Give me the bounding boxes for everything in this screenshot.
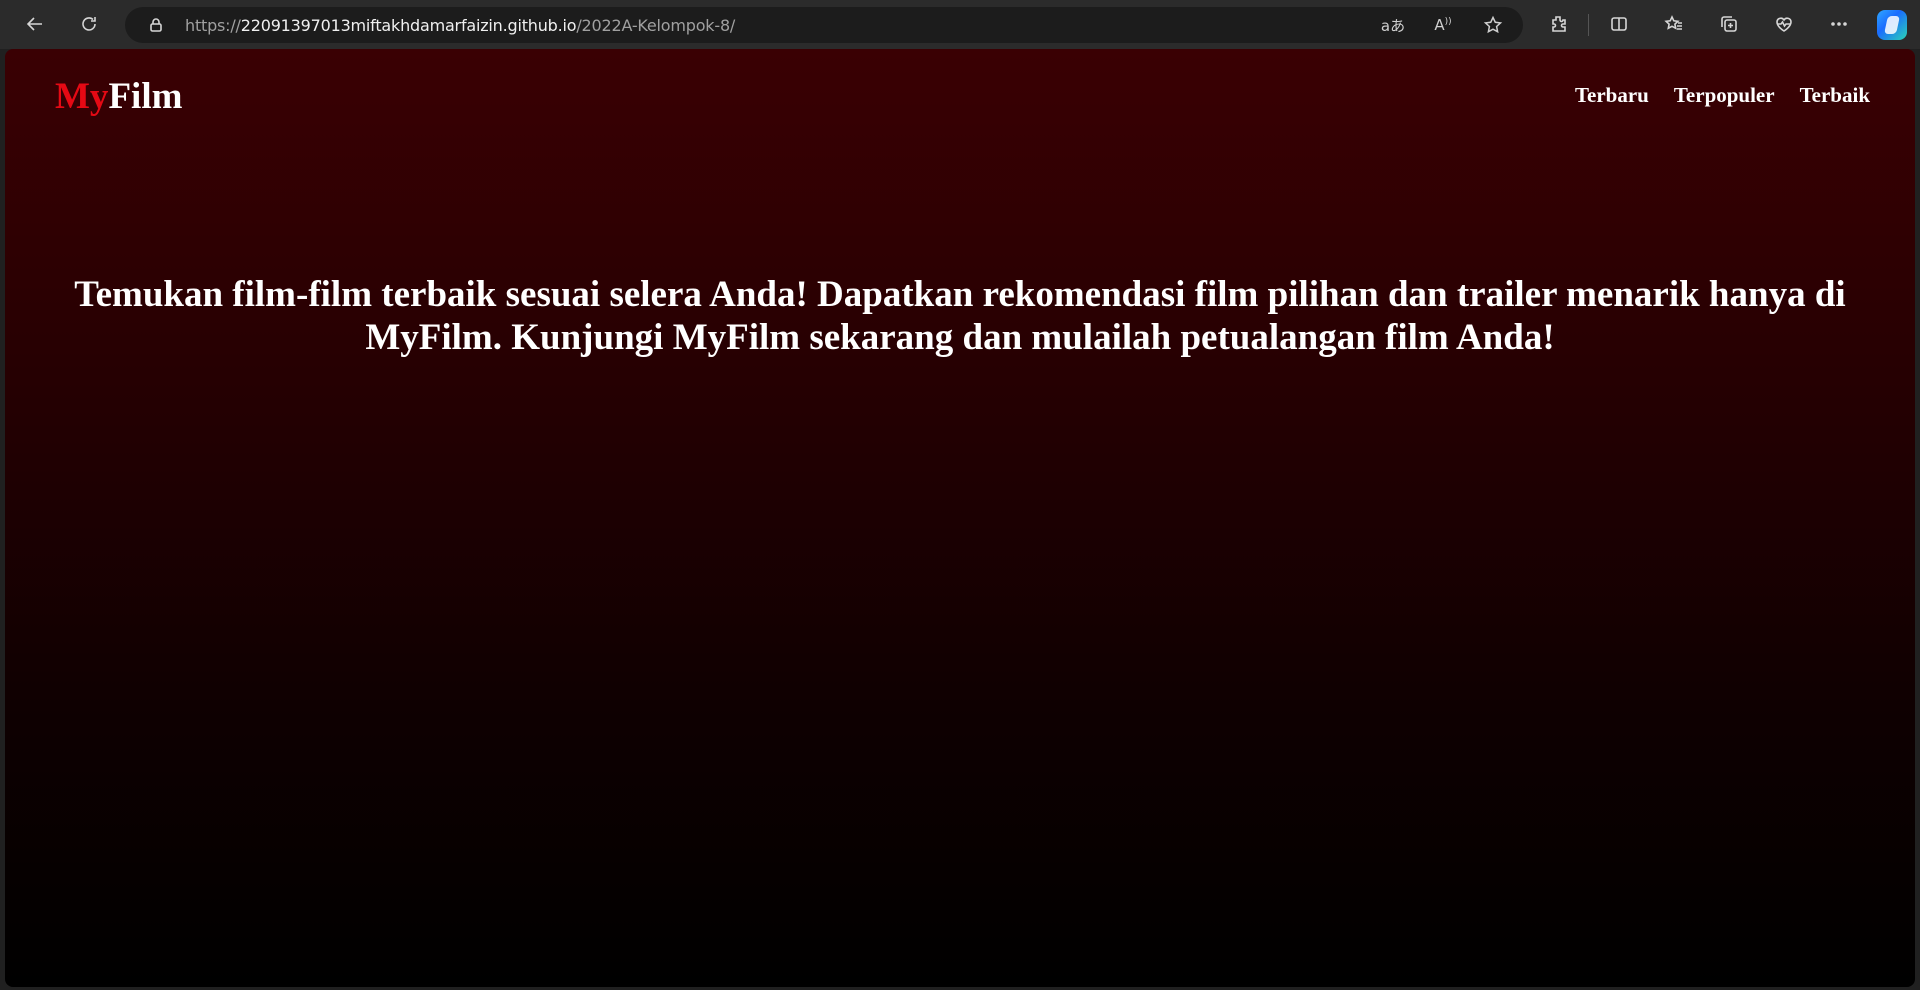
reload-button[interactable] (71, 6, 107, 42)
nav-link-terpopuler[interactable]: Terpopuler (1674, 83, 1775, 108)
page-viewport: MyFilm Terbaru Terpopuler Terbaik Temuka… (5, 49, 1915, 987)
copilot-icon[interactable] (1877, 10, 1907, 40)
collections-icon (1721, 16, 1737, 32)
toolbar-divider (1588, 14, 1589, 36)
health-button[interactable] (1766, 6, 1802, 42)
collections-button[interactable] (1711, 6, 1747, 42)
url-path: /2022A-Kelompok-8/ (576, 15, 736, 35)
extensions-button[interactable] (1540, 6, 1576, 42)
split-screen-button[interactable] (1601, 6, 1637, 42)
back-icon (26, 17, 42, 31)
site-logo[interactable]: MyFilm (55, 75, 182, 119)
health-icon (1776, 17, 1792, 32)
favorites-icon (1664, 15, 1682, 30)
back-button[interactable] (17, 6, 53, 42)
url-text[interactable]: https://22091397013miftakhdamarfaizin.gi… (185, 16, 735, 35)
url-host: 22091397013miftakhdamarfaizin.github.io (240, 15, 577, 35)
site-header: MyFilm Terbaru Terpopuler Terbaik (5, 49, 1915, 149)
nav-link-terbaru[interactable]: Terbaru (1575, 83, 1649, 108)
favorite-star-icon[interactable] (1477, 7, 1509, 43)
favorites-button[interactable] (1656, 6, 1692, 42)
logo-accent: My (55, 76, 109, 117)
url-prefix: https:// (185, 15, 241, 35)
more-icon (1831, 22, 1847, 26)
read-aloud-icon[interactable]: A)) (1427, 7, 1459, 43)
address-bar[interactable]: https://22091397013miftakhdamarfaizin.gi… (125, 7, 1523, 43)
extensions-icon (1552, 16, 1566, 32)
lock-icon (147, 16, 165, 34)
more-button[interactable] (1821, 6, 1857, 42)
browser-toolbar: https://22091397013miftakhdamarfaizin.gi… (0, 0, 1920, 49)
hero-text: Temukan film-film terbaik sesuai selera … (74, 274, 1846, 358)
logo-rest: Film (108, 76, 183, 117)
main-nav: Terbaru Terpopuler Terbaik (1575, 83, 1870, 108)
translate-icon[interactable]: aあ (1377, 7, 1409, 43)
reload-icon (82, 17, 96, 31)
nav-link-terbaik[interactable]: Terbaik (1800, 83, 1870, 108)
split-screen-icon (1611, 17, 1627, 31)
